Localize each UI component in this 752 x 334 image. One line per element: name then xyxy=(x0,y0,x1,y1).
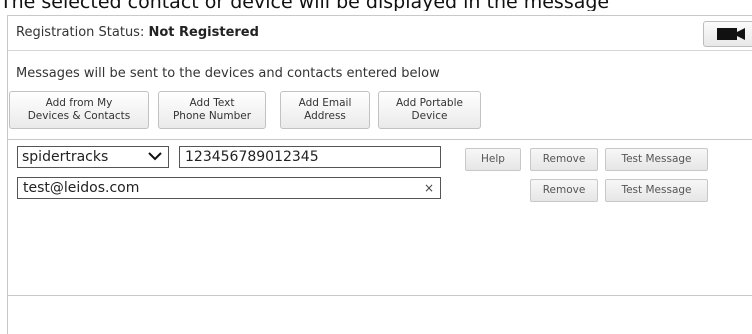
recipient-list: spidertracks 123456789012345 Help Remove… xyxy=(8,139,752,296)
messaging-panel: Registration Status: Not Registered Mess… xyxy=(7,15,752,334)
test-message-button[interactable]: Test Message xyxy=(605,179,708,202)
instructions-text: Messages will be sent to the devices and… xyxy=(16,66,440,81)
registration-bar: Registration Status: Not Registered xyxy=(8,16,752,51)
device-type-select[interactable]: spidertracks xyxy=(17,146,169,168)
video-camera-icon xyxy=(717,28,745,40)
email-value: test@leidos.com xyxy=(23,180,140,196)
device-id-value: 123456789012345 xyxy=(185,149,319,165)
device-id-input[interactable]: 123456789012345 xyxy=(179,146,441,168)
device-type-value: spidertracks xyxy=(22,149,109,165)
help-button[interactable]: Help xyxy=(465,148,521,171)
registration-status-value: Not Registered xyxy=(148,25,259,40)
add-text-phone-button[interactable]: Add Text Phone Number xyxy=(158,91,266,129)
clear-icon[interactable]: × xyxy=(424,178,434,198)
registration-status-label: Registration Status: xyxy=(16,25,145,40)
chevron-down-icon xyxy=(148,152,162,161)
video-camera-button[interactable] xyxy=(703,21,752,47)
add-email-button[interactable]: Add Email Address xyxy=(280,91,370,129)
registration-status: Registration Status: Not Registered xyxy=(16,25,259,40)
remove-button[interactable]: Remove xyxy=(530,179,598,202)
email-field[interactable]: test@leidos.com × xyxy=(17,177,441,199)
add-from-devices-button[interactable]: Add from My Devices & Contacts xyxy=(9,91,149,129)
remove-button[interactable]: Remove xyxy=(530,148,598,171)
test-message-button[interactable]: Test Message xyxy=(605,148,708,171)
add-portable-device-button[interactable]: Add Portable Device xyxy=(378,91,481,129)
page-caption-text: The selected contact or device will be d… xyxy=(0,0,610,11)
